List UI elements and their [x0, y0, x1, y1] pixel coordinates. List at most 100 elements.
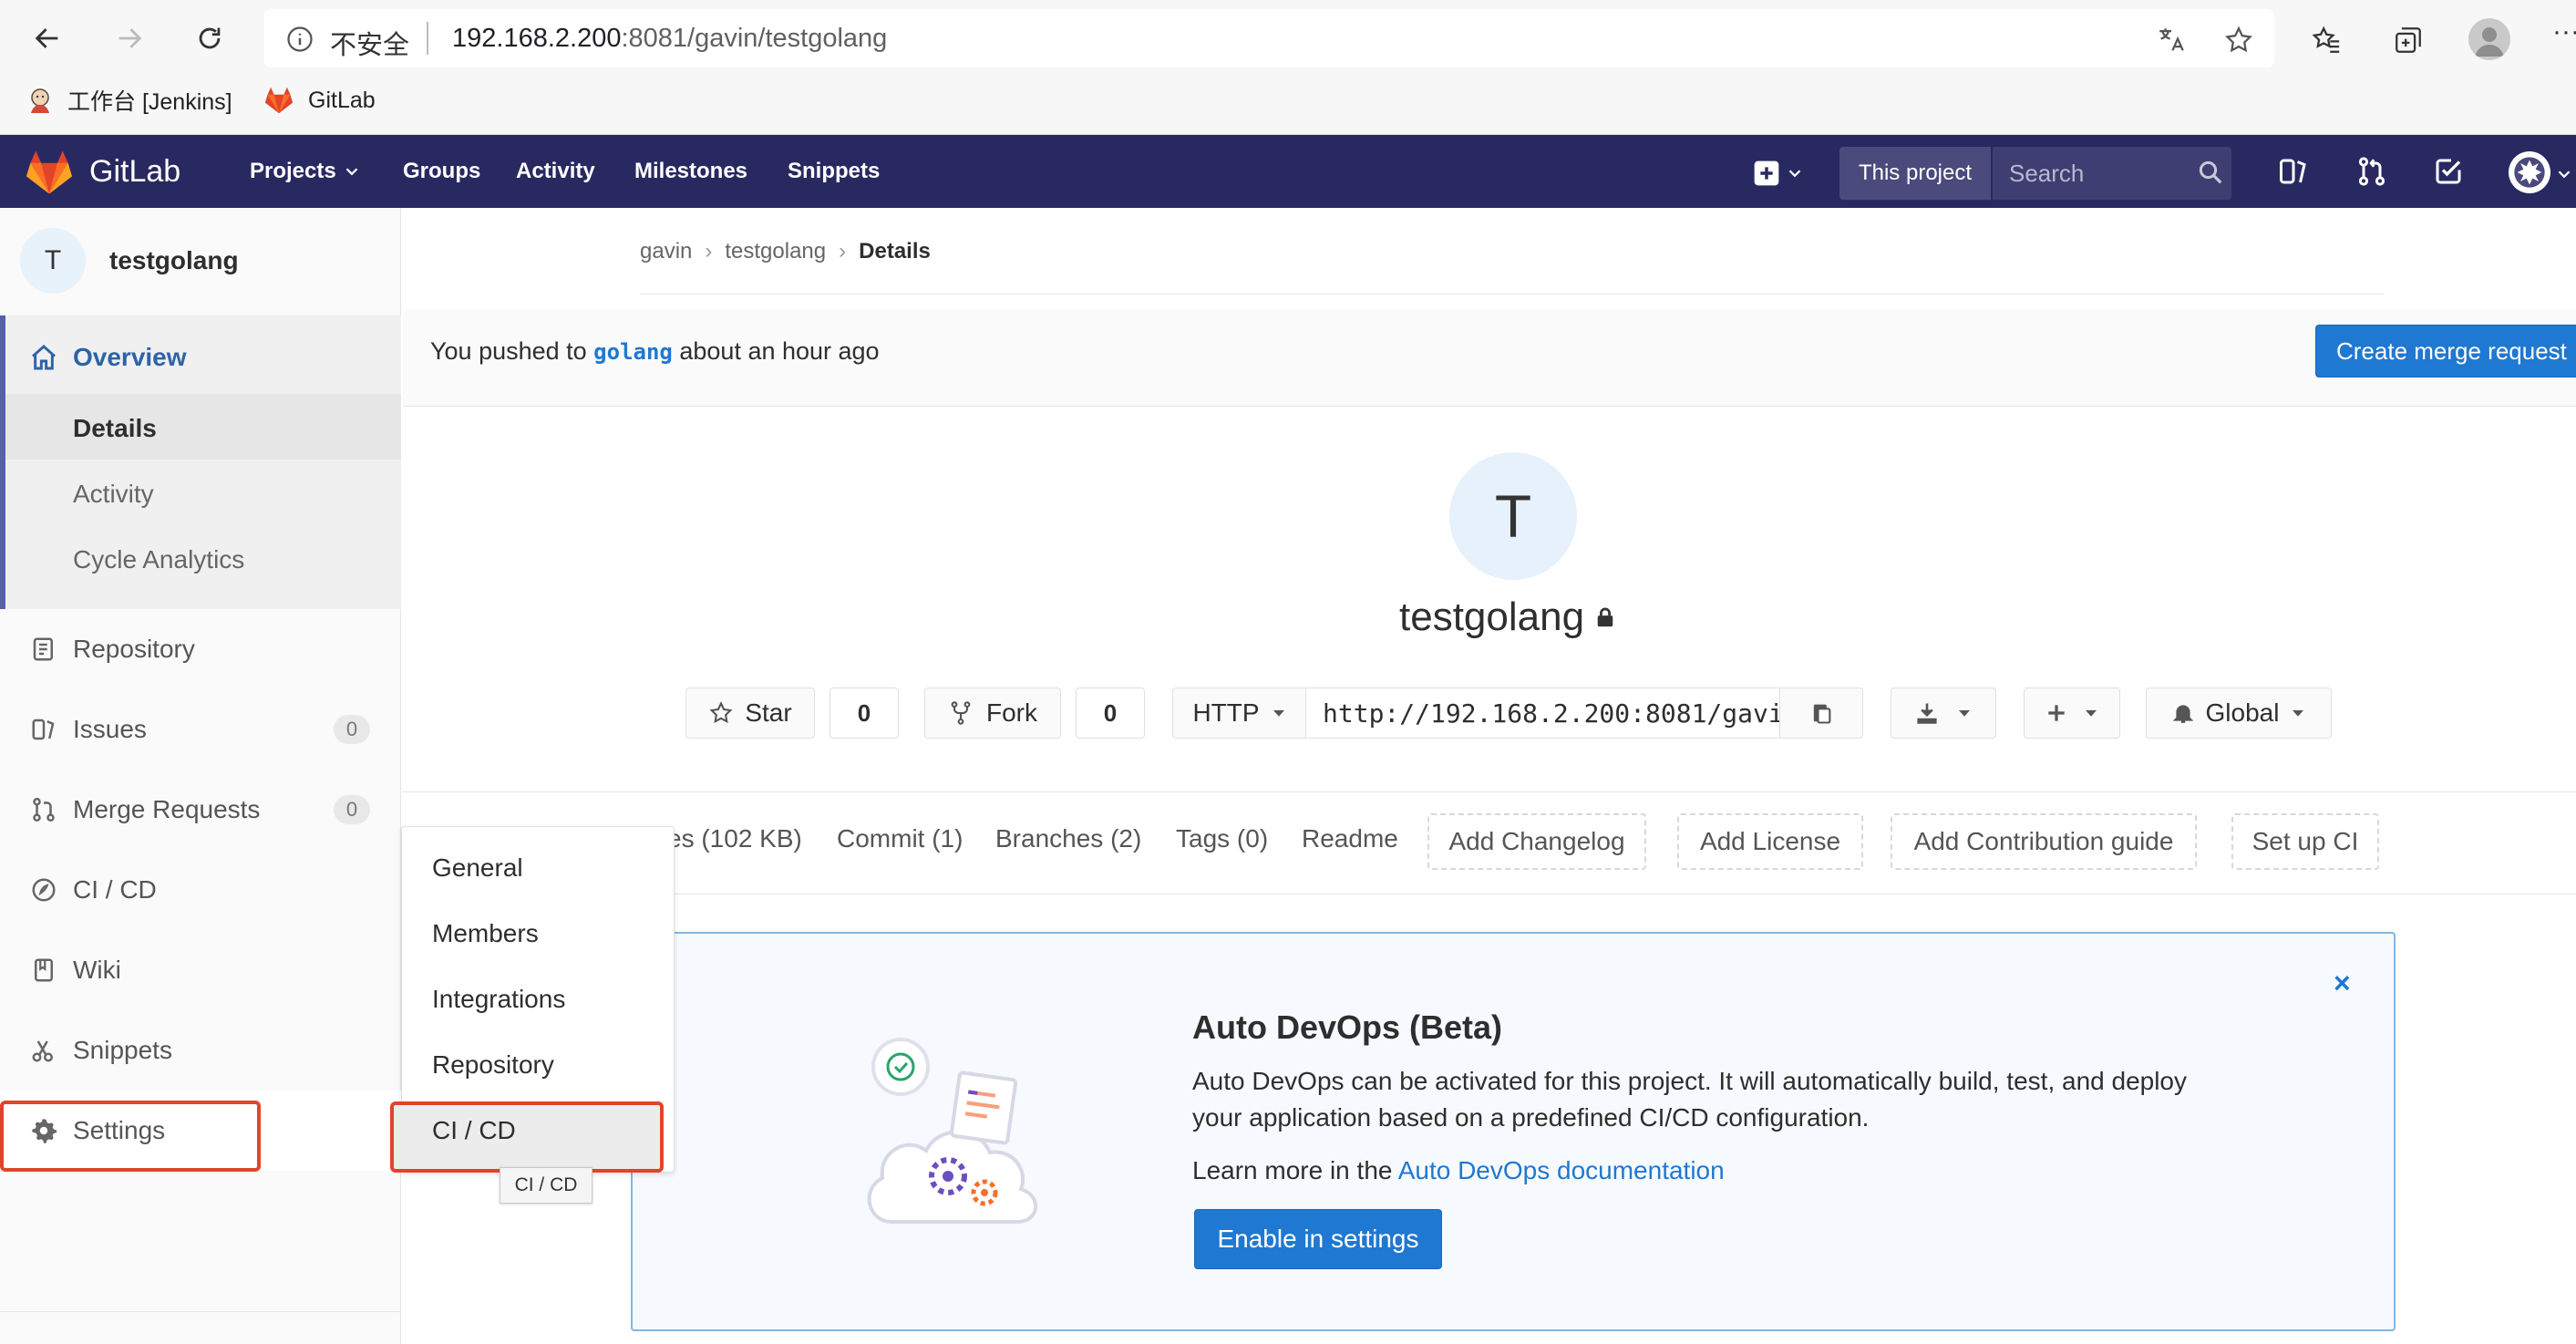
bookmark-gitlab[interactable]: GitLab — [264, 80, 376, 120]
set-up-ci-button[interactable]: Set up CI — [2231, 813, 2379, 870]
jenkins-icon — [26, 86, 55, 115]
sidebar-item-merge-requests[interactable]: Merge Requests 0 — [0, 773, 401, 846]
sidebar-item-overview[interactable]: Overview — [0, 321, 401, 394]
readme-link[interactable]: Readme — [1302, 824, 1398, 853]
clone-protocol-dropdown[interactable]: HTTP — [1172, 688, 1307, 739]
bookmark-jenkins-label: 工作台 [Jenkins] — [67, 89, 232, 115]
details-active-bg — [5, 394, 401, 460]
settings-menu-general[interactable]: General — [432, 853, 523, 883]
sidebar-item-label: Overview — [73, 343, 187, 371]
url-text[interactable]: 192.168.2.200:8081/gavin/testgolang — [452, 24, 887, 54]
search-icon[interactable] — [2197, 159, 2224, 186]
user-identicon-icon — [2514, 157, 2545, 188]
todo-icon[interactable] — [2432, 155, 2465, 188]
nav-groups[interactable]: Groups — [403, 135, 480, 208]
add-dropdown[interactable] — [2024, 688, 2120, 739]
issues-icon[interactable] — [2277, 155, 2310, 188]
user-avatar[interactable] — [2509, 151, 2550, 193]
nav-activity[interactable]: Activity — [516, 135, 595, 208]
create-merge-request-button[interactable]: Create merge request — [2315, 325, 2576, 377]
breadcrumb-divider — [640, 294, 2385, 295]
reload-icon[interactable] — [190, 18, 230, 58]
enable-in-settings-button[interactable]: Enable in settings — [1194, 1209, 1442, 1269]
gitlab-brand[interactable]: GitLab — [89, 135, 180, 208]
settings-menu-integrations[interactable]: Integrations — [432, 985, 565, 1014]
settings-menu-repository[interactable]: Repository — [432, 1050, 554, 1080]
chevron-down-icon[interactable] — [2554, 164, 2574, 184]
home-icon — [27, 343, 60, 372]
merge-requests-count-badge: 0 — [334, 795, 370, 824]
new-dropdown[interactable] — [1752, 155, 1816, 191]
commit-stat-link[interactable]: Commit (1) — [837, 824, 963, 853]
add-license-button[interactable]: Add License — [1677, 813, 1863, 870]
sidebar-item-ci-cd[interactable]: CI / CD — [0, 853, 401, 926]
address-separator — [427, 22, 428, 55]
sidebar-item-wiki[interactable]: Wiki — [0, 934, 401, 1007]
auto-devops-description: Auto DevOps can be activated for this pr… — [1192, 1067, 2188, 1132]
issues-count-badge: 0 — [334, 715, 370, 744]
sidebar-item-issues[interactable]: Issues 0 — [0, 693, 401, 766]
settings-highlight-box — [0, 1101, 261, 1172]
sidebar-item-repository[interactable]: Repository — [0, 613, 401, 686]
tags-stat-link[interactable]: Tags (0) — [1176, 824, 1268, 853]
info-icon[interactable] — [284, 24, 315, 55]
sidebar-project-name[interactable]: testgolang — [109, 246, 239, 275]
close-icon[interactable]: × — [2334, 967, 2351, 1000]
copy-url-button[interactable] — [1779, 688, 1863, 739]
rocket-icon — [27, 876, 60, 904]
breadcrumb-gavin[interactable]: gavin — [640, 239, 692, 264]
settings-menu-members[interactable]: Members — [432, 919, 539, 948]
download-dropdown[interactable] — [1891, 688, 1996, 739]
sidebar-sub-cycle-analytics[interactable]: Cycle Analytics — [73, 545, 244, 574]
project-avatar[interactable]: T — [20, 228, 86, 294]
collections-icon[interactable] — [2390, 22, 2427, 58]
forward-icon[interactable] — [109, 18, 149, 58]
nav-snippets[interactable]: Snippets — [788, 135, 880, 208]
chevron-right-icon: › — [839, 239, 847, 264]
merge-request-icon — [27, 796, 60, 823]
book-icon — [27, 636, 60, 663]
clone-url-input[interactable]: http://192.168.2.200:8081/gavin/testgola… — [1305, 688, 1781, 739]
caret-down-icon — [1959, 710, 1970, 717]
fork-count[interactable]: 0 — [1076, 688, 1145, 739]
breadcrumb-details: Details — [859, 239, 931, 264]
auto-devops-documentation-link[interactable]: Auto DevOps documentation — [1398, 1156, 1725, 1184]
files-stat-link[interactable]: es (102 KB) — [667, 824, 802, 853]
search-input[interactable]: Search — [1993, 147, 2231, 200]
fork-button[interactable]: Fork — [924, 688, 1061, 739]
chevron-down-icon — [345, 168, 358, 176]
back-icon[interactable] — [27, 18, 67, 58]
breadcrumb: gavin › testgolang › Details — [640, 239, 931, 264]
breadcrumb-testgolang[interactable]: testgolang — [725, 239, 826, 264]
branches-stat-link[interactable]: Branches (2) — [995, 824, 1141, 853]
fork-icon — [951, 701, 971, 725]
profile-avatar[interactable] — [2468, 18, 2510, 60]
gitlab-logo-icon[interactable] — [24, 150, 75, 195]
star-favorite-icon[interactable] — [2221, 22, 2257, 58]
sidebar-item-label: Merge Requests — [73, 795, 261, 823]
sidebar-item-label: CI / CD — [73, 875, 157, 904]
star-button[interactable]: Star — [685, 688, 815, 739]
sidebar-sub-details[interactable]: Details — [73, 414, 157, 443]
search-scope-this-project[interactable]: This project — [1839, 147, 1991, 200]
ci-cd-tooltip: CI / CD — [500, 1167, 592, 1204]
sidebar-item-snippets[interactable]: Snippets — [0, 1014, 401, 1087]
add-changelog-button[interactable]: Add Changelog — [1427, 813, 1646, 870]
sidebar-sub-activity[interactable]: Activity — [73, 480, 154, 509]
star-count[interactable]: 0 — [829, 688, 899, 739]
plus-square-icon — [1754, 160, 1779, 186]
more-icon[interactable]: ··· — [2552, 16, 2576, 47]
favorites-icon[interactable] — [2308, 22, 2344, 58]
insecure-label: 不安全 — [330, 31, 410, 60]
sidebar-item-label: Issues — [73, 715, 147, 743]
translate-icon[interactable] — [2153, 22, 2190, 58]
notification-dropdown[interactable]: Global — [2146, 688, 2332, 739]
caret-down-icon — [1273, 710, 1284, 717]
nav-projects[interactable]: Projects — [250, 135, 362, 208]
settings-menu-ci-cd[interactable]: CI / CD — [432, 1116, 516, 1145]
add-contribution-guide-button[interactable]: Add Contribution guide — [1891, 813, 2197, 870]
nav-milestones[interactable]: Milestones — [634, 135, 747, 208]
bookmark-jenkins[interactable]: 工作台 [Jenkins] — [26, 80, 232, 120]
branch-link[interactable]: golang — [593, 339, 673, 365]
merge-request-icon[interactable] — [2355, 155, 2388, 188]
